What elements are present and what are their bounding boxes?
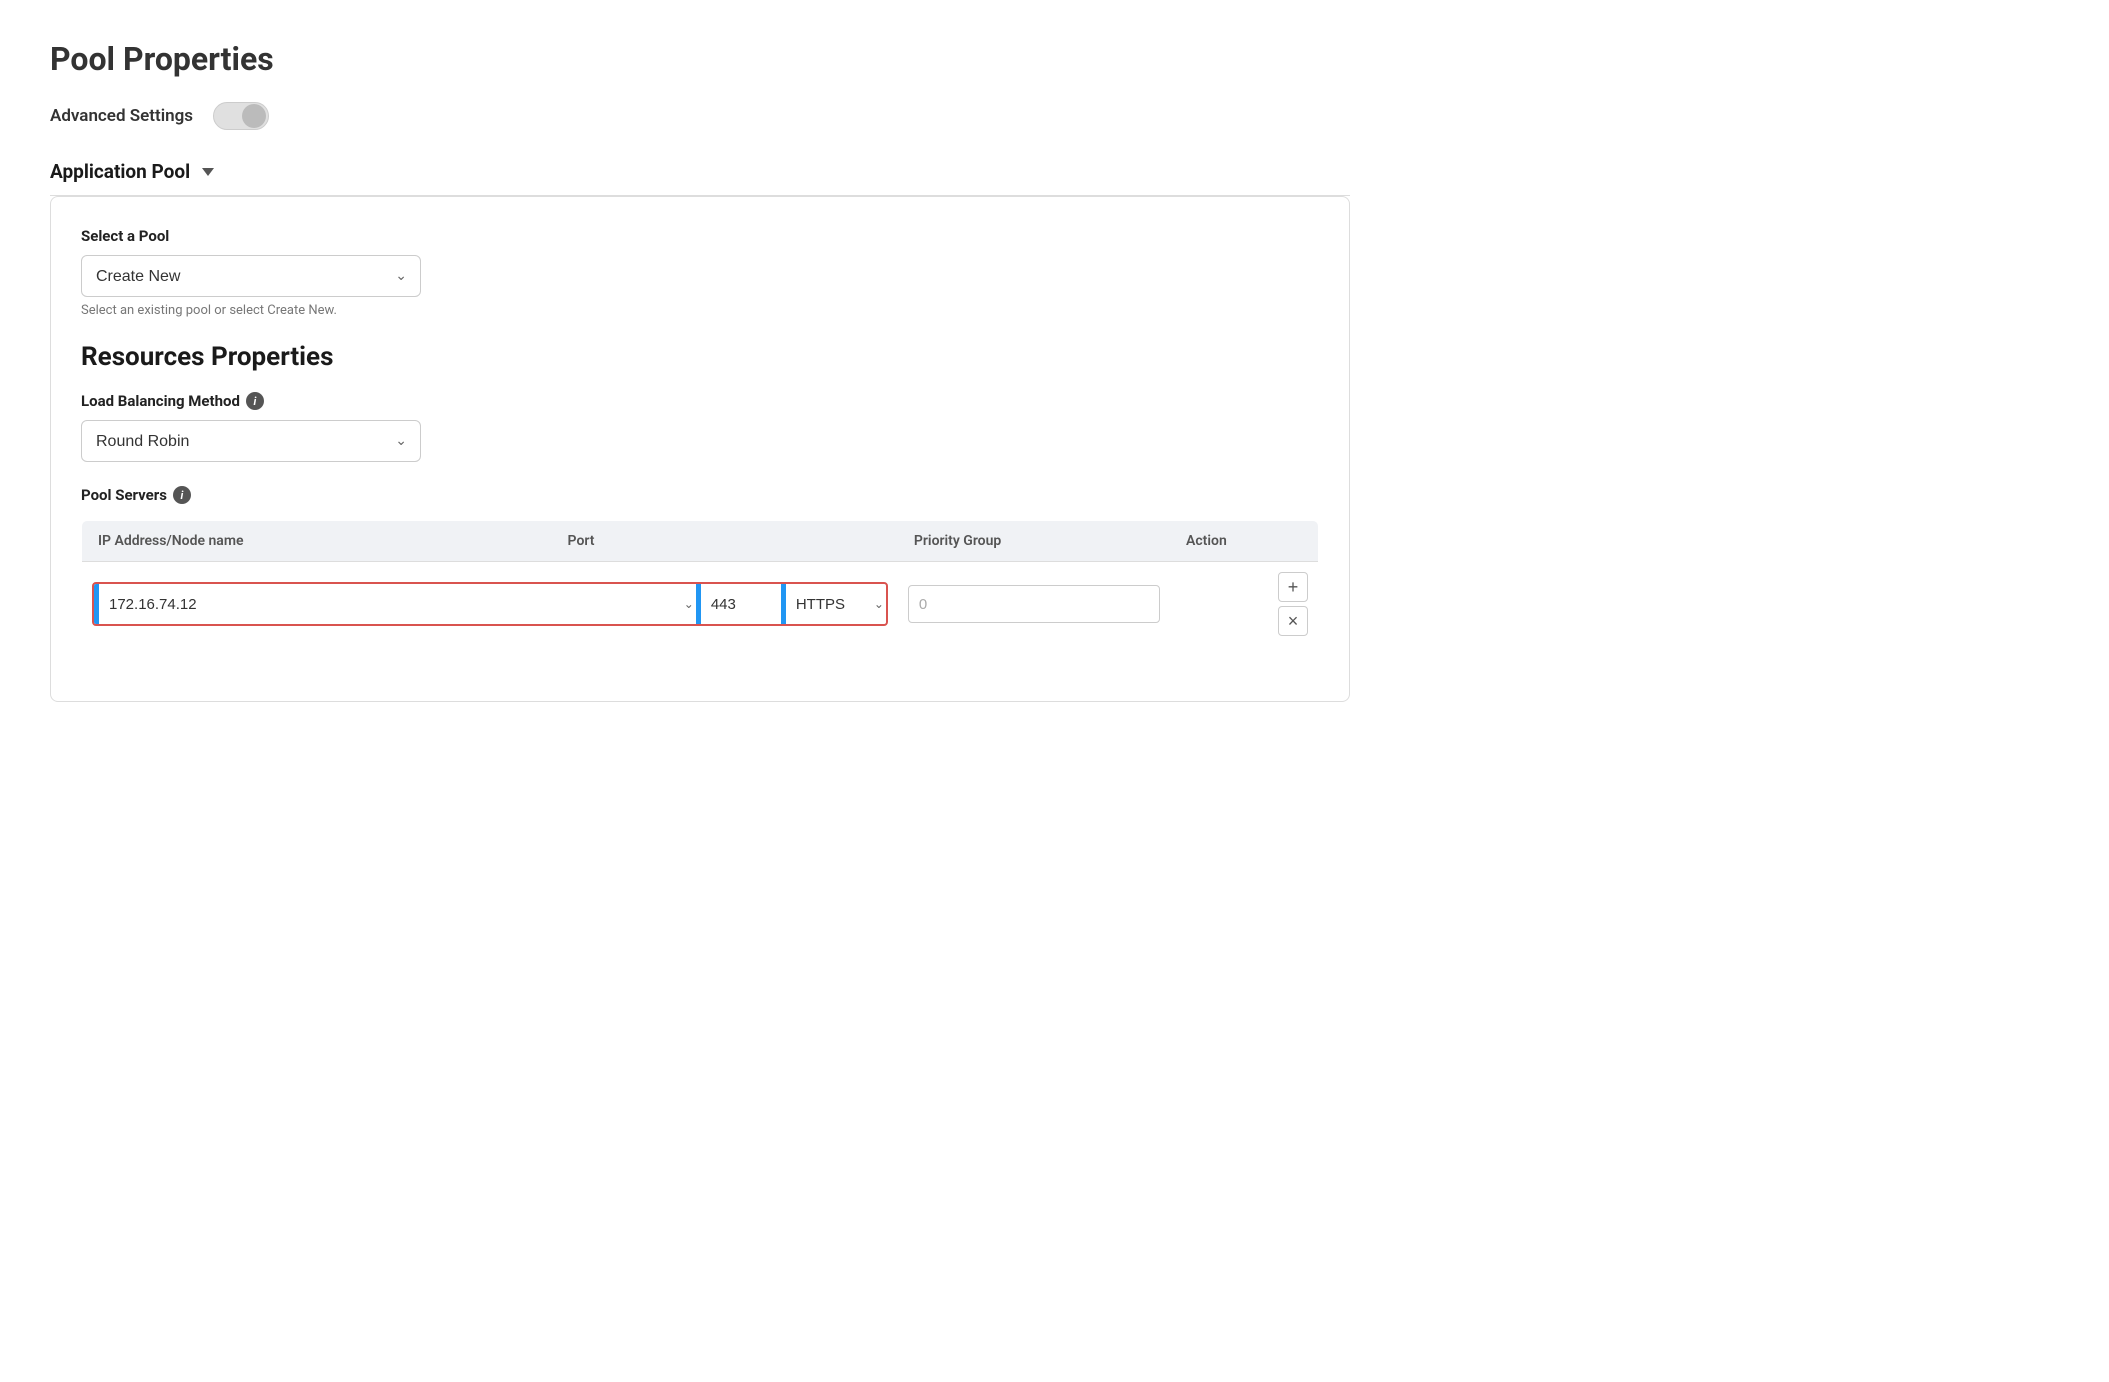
action-cell: + × (1170, 562, 1318, 647)
advanced-settings-toggle[interactable] (213, 102, 269, 130)
remove-row-button[interactable]: × (1278, 606, 1308, 636)
protocol-wrapper: HTTPS HTTP TCP ⌄ (786, 590, 886, 619)
add-row-button[interactable]: + (1278, 572, 1308, 602)
pool-servers-group: Pool Servers i IP Address/Node name Port… (81, 486, 1319, 647)
select-pool-label: Select a Pool (81, 227, 1319, 245)
toggle-knob (242, 104, 266, 128)
pool-select-wrapper: Create New Pool 1 Pool 2 ⌄ (81, 255, 421, 297)
application-pool-label: Application Pool (50, 160, 190, 183)
pool-hint: Select an existing pool or select Create… (81, 303, 1319, 318)
pool-servers-table: IP Address/Node name Port Priority Group… (81, 520, 1319, 647)
col-action-header: Action (1170, 521, 1318, 562)
application-pool-chevron (202, 168, 214, 176)
pool-servers-label: Pool Servers i (81, 486, 1319, 504)
resources-properties-title: Resources Properties (81, 342, 1319, 372)
advanced-settings-label: Advanced Settings (50, 106, 193, 126)
ip-wrapper: 172.16.74.12 192.168.1.1 ⌄ (99, 590, 696, 619)
load-balancing-info-icon[interactable]: i (246, 392, 264, 410)
port-input[interactable] (701, 584, 781, 624)
pool-select[interactable]: Create New Pool 1 Pool 2 (81, 255, 421, 297)
combined-input-highlight: 172.16.74.12 192.168.1.1 ⌄ (92, 582, 888, 626)
col-ip-header: IP Address/Node name (82, 521, 552, 562)
priority-cell (898, 562, 1170, 647)
col-port-header: Port (552, 521, 898, 562)
application-pool-header[interactable]: Application Pool (50, 160, 1350, 196)
col-priority-header: Priority Group (898, 521, 1170, 562)
pool-card: Select a Pool Create New Pool 1 Pool 2 ⌄… (50, 196, 1350, 702)
page-title: Pool Properties (50, 40, 1350, 78)
ip-address-select[interactable]: 172.16.74.12 192.168.1.1 (99, 590, 686, 619)
protocol-select[interactable]: HTTPS HTTP TCP (786, 590, 876, 619)
select-pool-group: Select a Pool Create New Pool 1 Pool 2 ⌄… (81, 227, 1319, 318)
table-row: 172.16.74.12 192.168.1.1 ⌄ (82, 562, 1319, 647)
pool-servers-info-icon[interactable]: i (173, 486, 191, 504)
load-balancing-label: Load Balancing Method i (81, 392, 1319, 410)
load-balancing-select-wrapper: Round Robin Least Connections IP Hash ⌄ (81, 420, 421, 462)
priority-input[interactable] (908, 585, 1160, 623)
ip-port-cell: 172.16.74.12 192.168.1.1 ⌄ (82, 562, 898, 647)
load-balancing-select[interactable]: Round Robin Least Connections IP Hash (81, 420, 421, 462)
load-balancing-group: Load Balancing Method i Round Robin Leas… (81, 392, 1319, 462)
action-buttons: + × (1180, 572, 1308, 636)
